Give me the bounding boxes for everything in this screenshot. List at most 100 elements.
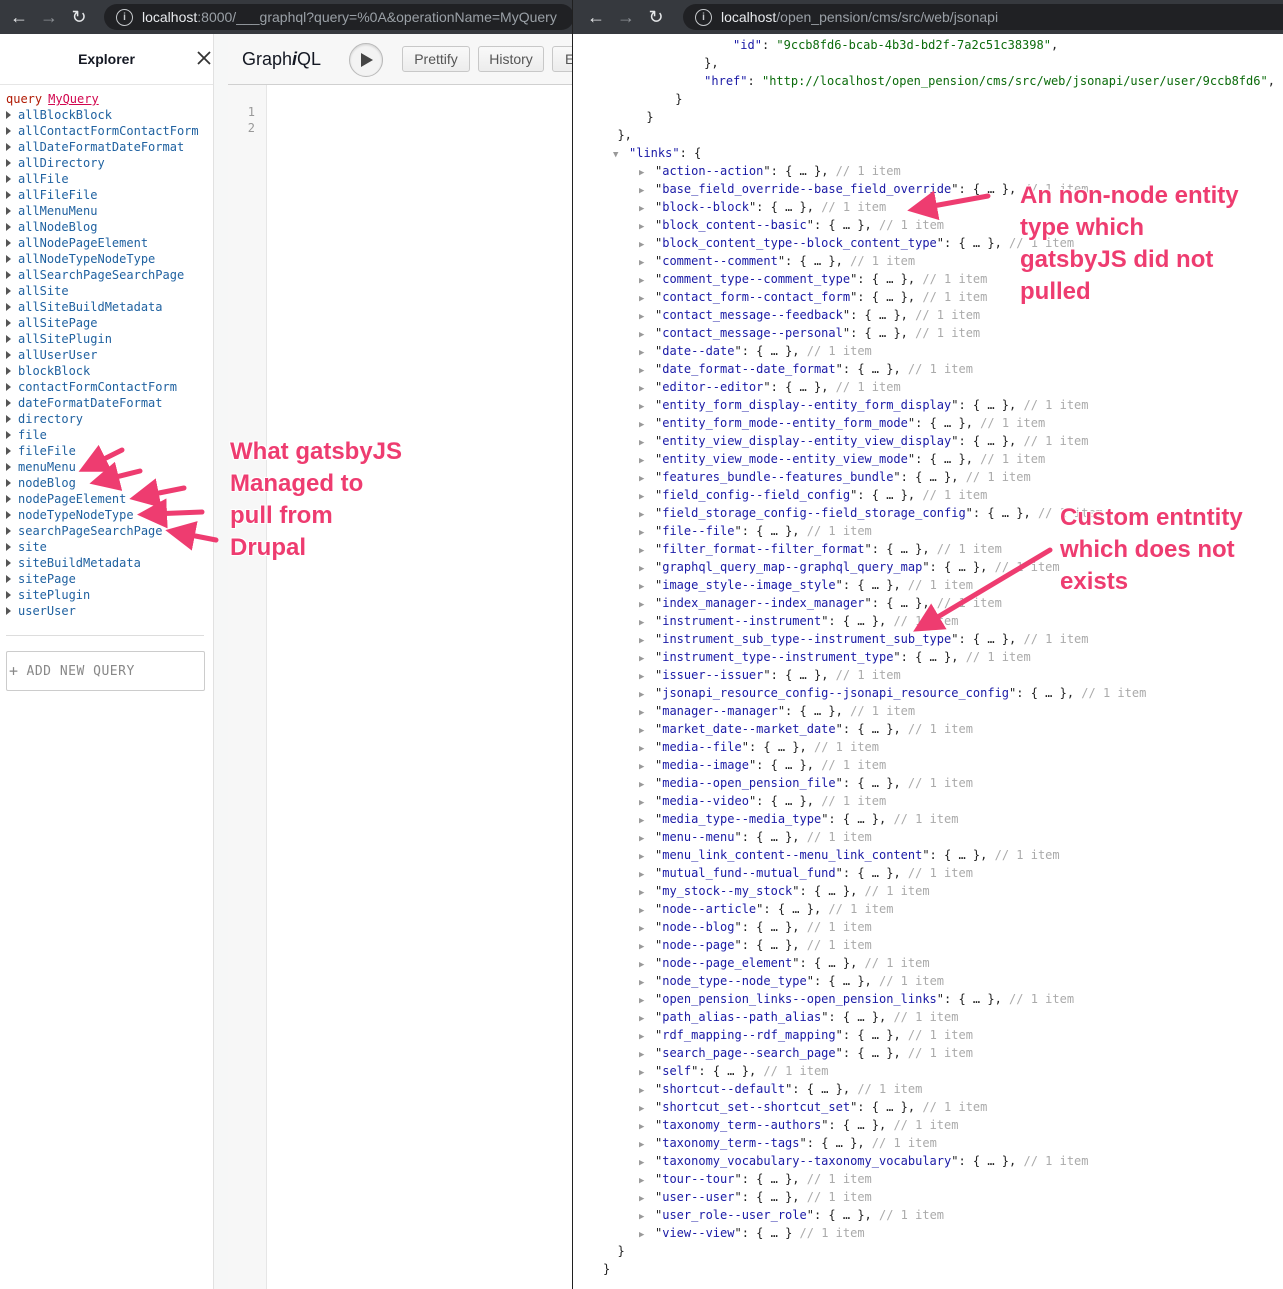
json-link-entry[interactable]: ▶ "block_content--basic": { … }, // 1 ite… — [639, 216, 944, 236]
expand-triangle-icon[interactable] — [6, 383, 11, 391]
explorer-field-dateFormatDateFormat[interactable]: dateFormatDateFormat — [6, 395, 199, 411]
expand-triangle-icon[interactable] — [6, 303, 11, 311]
explorer-toggle-button[interactable]: E — [552, 46, 572, 72]
explorer-field-sitePlugin[interactable]: sitePlugin — [6, 587, 199, 603]
expand-triangle-icon[interactable] — [6, 111, 11, 119]
expand-triangle-icon[interactable] — [6, 511, 11, 519]
explorer-field-allSitePlugin[interactable]: allSitePlugin — [6, 331, 199, 347]
expand-triangle-icon[interactable] — [6, 191, 11, 199]
json-link-entry[interactable]: ▶ "instrument_sub_type--instrument_sub_ty… — [639, 630, 1089, 650]
json-link-entry[interactable]: ▶ "action--action": { … }, // 1 item — [639, 162, 901, 182]
expand-triangle-icon[interactable] — [6, 159, 11, 167]
explorer-field-allSiteBuildMetadata[interactable]: allSiteBuildMetadata — [6, 299, 199, 315]
explorer-field-directory[interactable]: directory — [6, 411, 199, 427]
json-link-entry[interactable]: ▶ "filter_format--filter_format": { … }, … — [639, 540, 1002, 560]
json-link-entry[interactable]: ▶ "file--file": { … }, // 1 item — [639, 522, 872, 542]
json-link-entry[interactable]: ▶ "node--article": { … }, // 1 item — [639, 900, 893, 920]
json-link-entry[interactable]: ▶ "index_manager--index_manager": { … }, … — [639, 594, 1002, 614]
expand-triangle-icon[interactable] — [6, 447, 11, 455]
left-address-bar[interactable]: i localhost:8000/___graphql?query=%0A&op… — [104, 4, 572, 30]
expand-triangle-icon[interactable] — [6, 223, 11, 231]
expand-triangle-icon[interactable] — [6, 543, 11, 551]
query-name[interactable]: MyQuery — [48, 92, 99, 106]
expand-triangle-icon[interactable] — [6, 431, 11, 439]
json-link-entry[interactable]: ▶ "contact_message--feedback": { … }, // … — [639, 306, 980, 326]
explorer-field-fileFile[interactable]: fileFile — [6, 443, 199, 459]
explorer-field-allSearchPageSearchPage[interactable]: allSearchPageSearchPage — [6, 267, 199, 283]
json-link-entry[interactable]: ▶ "field_storage_config--field_storage_co… — [639, 504, 1103, 524]
query-header[interactable]: query MyQuery — [6, 91, 199, 107]
json-link-entry[interactable]: ▶ "entity_view_mode--entity_view_mode": {… — [639, 450, 1045, 470]
expand-triangle-icon[interactable] — [6, 479, 11, 487]
json-link-entry[interactable]: ▶ "node_type--node_type": { … }, // 1 ite… — [639, 972, 944, 992]
json-link-entry[interactable]: ▶ "my_stock--my_stock": { … }, // 1 item — [639, 882, 930, 902]
json-link-entry[interactable]: ▶ "user_role--user_role": { … }, // 1 ite… — [639, 1206, 944, 1226]
expand-triangle-icon[interactable] — [6, 351, 11, 359]
site-info-icon[interactable]: i — [695, 8, 712, 26]
json-link-entry[interactable]: ▶ "search_page--search_page": { … }, // 1… — [639, 1044, 973, 1064]
expand-triangle-icon[interactable] — [6, 607, 11, 615]
explorer-field-menuMenu[interactable]: menuMenu — [6, 459, 199, 475]
json-link-entry[interactable]: ▶ "market_date--market_date": { … }, // 1… — [639, 720, 973, 740]
explorer-field-searchPageSearchPage[interactable]: searchPageSearchPage — [6, 523, 199, 539]
right-address-bar[interactable]: i localhost/open_pension/cms/src/web/jso… — [683, 4, 1283, 30]
close-icon[interactable] — [195, 49, 213, 67]
json-link-entry[interactable]: ▶ "date--date": { … }, // 1 item — [639, 342, 872, 362]
json-link-entry[interactable]: ▶ "contact_form--contact_form": { … }, //… — [639, 288, 987, 308]
collapse-triangle-icon[interactable]: ▼ — [613, 146, 629, 164]
expand-triangle-icon[interactable] — [6, 495, 11, 503]
explorer-field-allDateFormatDateFormat[interactable]: allDateFormatDateFormat — [6, 139, 199, 155]
json-link-entry[interactable]: ▶ "taxonomy_term--authors": { … }, // 1 i… — [639, 1116, 958, 1136]
expand-triangle-icon[interactable] — [6, 239, 11, 247]
expand-triangle-icon[interactable] — [6, 319, 11, 327]
expand-triangle-icon[interactable] — [6, 527, 11, 535]
expand-triangle-icon[interactable] — [6, 415, 11, 423]
json-link-entry[interactable]: ▶ "jsonapi_resource_config--jsonapi_resou… — [639, 684, 1146, 704]
json-link-entry[interactable]: ▶ "date_format--date_format": { … }, // 1… — [639, 360, 973, 380]
explorer-field-sitePage[interactable]: sitePage — [6, 571, 199, 587]
explorer-field-allNodeTypeNodeType[interactable]: allNodeTypeNodeType — [6, 251, 199, 267]
back-icon[interactable]: ← — [581, 7, 611, 28]
json-link-entry[interactable]: ▶ "menu--menu": { … }, // 1 item — [639, 828, 872, 848]
json-link-entry[interactable]: ▶ "taxonomy_vocabulary--taxonomy_vocabula… — [639, 1152, 1089, 1172]
expand-triangle-icon[interactable] — [6, 335, 11, 343]
expand-triangle-icon[interactable] — [6, 271, 11, 279]
expand-triangle-icon[interactable] — [6, 463, 11, 471]
json-link-entry[interactable]: ▶ "view--view": { … } // 1 item — [639, 1224, 865, 1244]
expand-triangle-icon[interactable] — [6, 175, 11, 183]
expand-triangle-icon[interactable] — [6, 591, 11, 599]
json-link-entry[interactable]: ▶ "mutual_fund--mutual_fund": { … }, // 1… — [639, 864, 973, 884]
json-link-entry[interactable]: ▶ "graphql_query_map--graphql_query_map":… — [639, 558, 1060, 578]
explorer-field-nodeBlog[interactable]: nodeBlog — [6, 475, 199, 491]
expand-triangle-icon[interactable]: ▶ — [639, 1226, 655, 1244]
explorer-field-allSite[interactable]: allSite — [6, 283, 199, 299]
json-link-entry[interactable]: ▶ "image_style--image_style": { … }, // 1… — [639, 576, 973, 596]
json-link-entry[interactable]: ▶ "media--video": { … }, // 1 item — [639, 792, 886, 812]
explorer-field-file[interactable]: file — [6, 427, 199, 443]
explorer-field-allDirectory[interactable]: allDirectory — [6, 155, 199, 171]
json-link-entry[interactable]: ▶ "self": { … }, // 1 item — [639, 1062, 828, 1082]
explorer-field-allNodePageElement[interactable]: allNodePageElement — [6, 235, 199, 251]
json-link-entry[interactable]: ▶ "issuer--issuer": { … }, // 1 item — [639, 666, 901, 686]
json-link-entry[interactable]: ▶ "entity_form_mode--entity_form_mode": {… — [639, 414, 1045, 434]
explorer-field-nodeTypeNodeType[interactable]: nodeTypeNodeType — [6, 507, 199, 523]
json-link-entry[interactable]: ▶ "menu_link_content--menu_link_content":… — [639, 846, 1060, 866]
expand-triangle-icon[interactable] — [6, 255, 11, 263]
explorer-field-blockBlock[interactable]: blockBlock — [6, 363, 199, 379]
json-link-entry[interactable]: ▶ "node--blog": { … }, // 1 item — [639, 918, 872, 938]
json-link-entry[interactable]: ▶ "taxonomy_term--tags": { … }, // 1 item — [639, 1134, 937, 1154]
forward-icon[interactable]: → — [34, 7, 64, 28]
json-link-entry[interactable]: ▶ "rdf_mapping--rdf_mapping": { … }, // 1… — [639, 1026, 973, 1046]
expand-triangle-icon[interactable] — [6, 575, 11, 583]
json-link-entry[interactable]: ▶ "tour--tour": { … }, // 1 item — [639, 1170, 872, 1190]
expand-triangle-icon[interactable] — [6, 399, 11, 407]
forward-icon[interactable]: → — [611, 7, 641, 28]
back-icon[interactable]: ← — [4, 7, 34, 28]
json-link-entry[interactable]: ▶ "media_type--media_type": { … }, // 1 i… — [639, 810, 958, 830]
json-link-entry[interactable]: ▶ "node--page_element": { … }, // 1 item — [639, 954, 930, 974]
json-link-entry[interactable]: ▶ "shortcut--default": { … }, // 1 item — [639, 1080, 922, 1100]
explorer-field-allNodeBlog[interactable]: allNodeBlog — [6, 219, 199, 235]
json-link-entry[interactable]: ▶ "block_content_type--block_content_type… — [639, 234, 1074, 254]
explorer-field-site[interactable]: site — [6, 539, 199, 555]
json-link-entry[interactable]: ▶ "open_pension_links--open_pension_links… — [639, 990, 1074, 1010]
